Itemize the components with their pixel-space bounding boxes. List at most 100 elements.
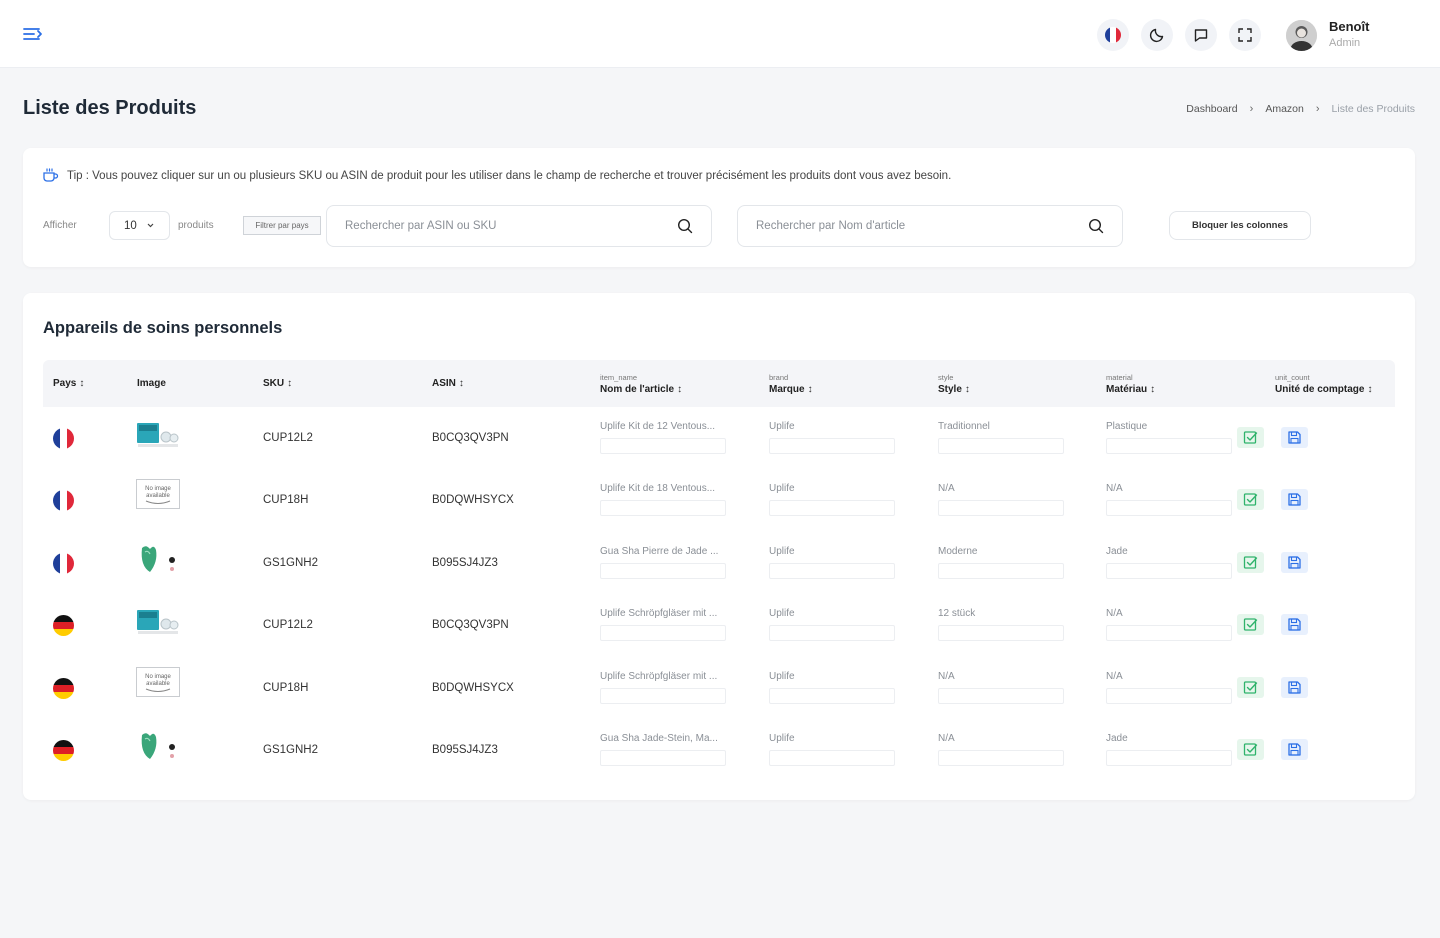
user-menu[interactable]: Benoît Admin [1286,19,1369,51]
messages-button[interactable] [1185,19,1217,51]
validate-button[interactable] [1237,427,1264,448]
brand-value: Uplife [769,421,795,432]
validate-button[interactable] [1237,551,1264,573]
sort-icon[interactable]: ↕ [287,378,292,389]
column-header-3[interactable]: ASIN ↕ [432,360,464,407]
item-name-input[interactable] [600,500,726,517]
validate-button[interactable] [1237,614,1264,636]
asin-cell[interactable]: B095SJ4JZ3 [432,557,498,569]
material-input[interactable] [1106,687,1232,704]
item-name-cell: Gua Sha Pierre de Jade ... [600,546,726,579]
chevron-right-icon: › [1249,103,1254,115]
breadcrumb-amazon[interactable]: Amazon [1265,103,1304,115]
flag-fr-icon [53,552,74,574]
item-name-input[interactable] [600,562,726,579]
material-input[interactable] [1106,438,1232,454]
column-header-label-wrap: Unité de comptage ↕ [1275,384,1372,395]
item-name-input[interactable] [600,625,726,642]
brand-input[interactable] [769,625,895,642]
save-button[interactable] [1281,489,1308,511]
column-header-7[interactable]: material Matériau ↕ [1106,360,1155,407]
style-input[interactable] [938,750,1064,766]
style-input[interactable] [938,562,1064,579]
brand-input[interactable] [769,750,895,766]
sku-cell[interactable]: GS1GNH2 [263,557,318,569]
page-size-value: 10 [124,219,137,232]
brand-cell: Uplife [769,733,895,766]
column-header-4[interactable]: item_name Nom de l'article ↕ [600,360,682,407]
user-role: Admin [1329,37,1361,49]
sku-cell[interactable]: GS1GNH2 [263,744,318,756]
language-button[interactable] [1097,19,1129,51]
sort-icon[interactable]: ↕ [677,384,682,395]
column-header-label: Matériau [1106,383,1148,395]
sku-cell[interactable]: CUP18H [263,494,308,506]
sort-icon[interactable]: ↕ [808,384,813,395]
style-cell: N/A [938,483,1064,517]
filter-country-button[interactable]: Filtrer par pays [243,216,321,235]
sku-cell[interactable]: CUP18H [263,682,308,694]
style-input[interactable] [938,500,1064,517]
column-header-5[interactable]: brand Marque ↕ [769,360,813,407]
asin-cell[interactable]: B0CQ3QV3PN [432,432,509,444]
item-name-value: Uplife Kit de 12 Ventous... [600,421,716,432]
sort-icon[interactable]: ↕ [1367,384,1372,395]
sort-icon[interactable]: ↕ [965,384,970,395]
moon-icon [1149,28,1164,43]
brand-input[interactable] [769,500,895,517]
search-icon[interactable] [1088,218,1104,234]
fullscreen-button[interactable] [1229,19,1261,51]
material-input[interactable] [1106,500,1232,517]
brand-input[interactable] [769,562,895,579]
material-input[interactable] [1106,750,1232,766]
column-header-8[interactable]: unit_count Unité de comptage ↕ [1275,360,1372,407]
material-input[interactable] [1106,562,1232,579]
save-button[interactable] [1281,739,1308,760]
save-icon [1288,493,1301,507]
sort-icon[interactable]: ↕ [1150,384,1155,395]
save-icon [1288,680,1301,694]
save-button[interactable] [1281,676,1308,698]
search-asin-input[interactable] [345,220,677,232]
asin-cell[interactable]: B0CQ3QV3PN [432,619,509,631]
item-name-input[interactable] [600,750,726,766]
style-input[interactable] [938,625,1064,642]
validate-button[interactable] [1237,489,1264,511]
brand-input[interactable] [769,687,895,704]
check-square-icon [1243,618,1258,631]
material-value: N/A [1106,483,1123,495]
asin-cell[interactable]: B0DQWHSYCX [432,682,514,694]
sku-cell[interactable]: CUP12L2 [263,432,313,444]
sort-icon[interactable]: ↕ [79,378,84,389]
lock-columns-button[interactable]: Bloquer les colonnes [1169,211,1311,240]
dark-mode-button[interactable] [1141,19,1173,51]
asin-cell[interactable]: B095SJ4JZ3 [432,744,498,756]
save-button[interactable] [1281,614,1308,636]
material-input[interactable] [1106,625,1232,642]
sku-cell[interactable]: CUP12L2 [263,619,313,631]
save-button[interactable] [1281,551,1308,573]
column-header-label: Unité de comptage [1275,383,1365,395]
menu-icon[interactable] [22,24,44,44]
column-header-2[interactable]: SKU ↕ [263,360,292,407]
sort-icon[interactable]: ↕ [459,378,464,389]
item-name-input[interactable] [600,438,726,454]
column-header-6[interactable]: style Style ↕ [938,360,970,407]
search-name-input[interactable] [756,220,1088,232]
style-value: Moderne [938,545,978,557]
material-cell: N/A [1106,483,1232,517]
style-input[interactable] [938,687,1064,704]
asin-cell[interactable]: B0DQWHSYCX [432,494,514,506]
show-label: Afficher [43,220,77,231]
save-button[interactable] [1281,427,1308,448]
product-image-placeholder: No image available [136,666,180,701]
validate-button[interactable] [1237,739,1264,760]
item-name-input[interactable] [600,687,726,704]
search-icon[interactable] [677,218,693,234]
column-header-0[interactable]: Pays ↕ [53,360,84,407]
brand-input[interactable] [769,438,895,454]
style-input[interactable] [938,438,1064,454]
page-size-select[interactable]: 10 [109,211,170,240]
validate-button[interactable] [1237,676,1264,698]
breadcrumb-dashboard[interactable]: Dashboard [1186,103,1237,115]
